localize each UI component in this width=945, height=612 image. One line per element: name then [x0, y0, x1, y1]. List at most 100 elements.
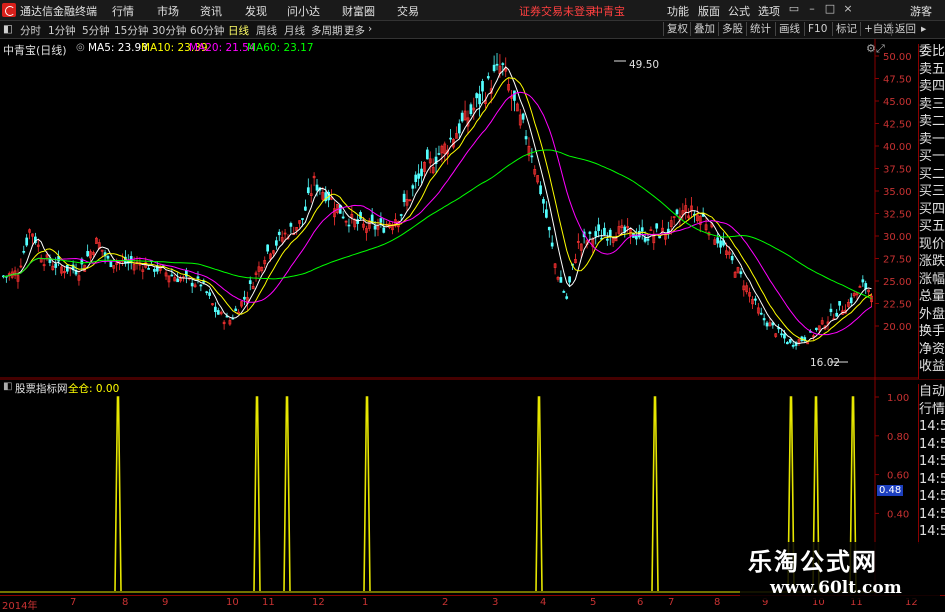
period-1min[interactable]: 1分钟: [48, 23, 76, 38]
candle-body: [530, 155, 534, 158]
quote-field-label: 总量: [919, 289, 945, 304]
candle-body: [382, 227, 386, 233]
quote-field-label: 委比: [919, 44, 945, 59]
candle-body: [815, 327, 818, 331]
ma20-label: MA20: 21.54: [189, 42, 256, 54]
menu-market-quotes[interactable]: 行情: [112, 3, 134, 19]
candle-body: [65, 264, 69, 272]
btn-back[interactable]: 返回: [891, 22, 919, 36]
period-weekly[interactable]: 周线: [256, 23, 277, 38]
quote-field-label: 买四: [919, 201, 945, 217]
candle-body: [275, 240, 278, 246]
menu-layout[interactable]: 版面: [698, 3, 720, 19]
btn-overlay[interactable]: 叠加: [690, 22, 718, 36]
app-logo-icon: [2, 3, 16, 17]
candle-body: [603, 227, 606, 236]
low-price-marker: 16.02: [810, 357, 841, 369]
maximize-icon[interactable]: □: [823, 2, 837, 16]
indicator-current-badge: 0.48: [877, 485, 904, 496]
price-tick-label: 20.00: [883, 322, 912, 333]
candle-body: [457, 123, 461, 134]
candle-body: [437, 153, 441, 155]
candle-body: [306, 187, 310, 194]
period-more[interactable]: 更多: [344, 23, 365, 38]
login-notice[interactable]: 证券交易未登录: [519, 3, 596, 19]
candle-body: [478, 93, 481, 105]
menu-options[interactable]: 选项: [758, 3, 780, 19]
close-icon[interactable]: ×: [841, 2, 855, 16]
indicator-settings-icon[interactable]: ◧: [3, 381, 12, 392]
candle-body: [495, 63, 499, 66]
date-tick-label: 2014年: [2, 601, 38, 612]
ma60-label: MA60: 23.17: [247, 42, 314, 54]
fullscreen-icon[interactable]: ⤢: [876, 42, 885, 56]
candle-body: [640, 227, 644, 232]
minimize-icon[interactable]: –: [805, 2, 819, 16]
indicator-value: 全仓: 0.00: [68, 383, 120, 395]
candle-body: [86, 251, 89, 257]
kline-chart[interactable]: 50.00 47.50 45.00 42.50 40.00 37.50 35.00 32.50…: [0, 39, 945, 379]
candle-body: [501, 63, 505, 65]
candle-body: [266, 244, 270, 252]
price-tick-label: 42.50: [883, 120, 912, 131]
btn-adjust[interactable]: 复权: [663, 22, 691, 36]
period-60min[interactable]: 60分钟: [190, 23, 224, 38]
period-multi[interactable]: 多周期: [311, 23, 343, 38]
btn-draw[interactable]: 画线: [775, 22, 803, 36]
candle-body: [248, 280, 252, 285]
period-monthly[interactable]: 月线: [284, 23, 305, 38]
collapse-icon[interactable]: ▸: [921, 23, 926, 35]
btn-multistock[interactable]: 多股: [718, 22, 746, 36]
period-30min[interactable]: 30分钟: [152, 23, 186, 38]
indicator-title: 股票指标网: [15, 383, 68, 395]
candle-body: [170, 274, 174, 277]
date-tick-label: 11: [262, 597, 275, 608]
stock-title: 中青宝(日线): [3, 44, 67, 57]
candle-body: [379, 218, 383, 223]
btn-mark[interactable]: 标记: [832, 22, 860, 36]
quote-field-label: 换手: [919, 324, 945, 339]
menu-market[interactable]: 市场: [157, 3, 179, 19]
candle-body: [588, 231, 592, 234]
period-5min[interactable]: 5分钟: [82, 23, 110, 38]
quote-field-label: 卖一: [919, 131, 945, 147]
candle-body: [562, 291, 566, 293]
more-chevron-icon[interactable]: ›: [368, 23, 372, 35]
candle-body: [739, 271, 743, 275]
broker-name: 中青宝: [592, 5, 625, 18]
candle-body: [765, 322, 769, 327]
candle-body: [214, 306, 217, 313]
menu-news[interactable]: 资讯: [200, 3, 222, 19]
btn-stats[interactable]: 统计: [746, 22, 774, 36]
menu-discover[interactable]: 发现: [245, 3, 267, 19]
candle-body: [25, 237, 29, 246]
menu-ask[interactable]: 问小达: [287, 3, 320, 19]
candle-body: [759, 312, 763, 315]
candle-body: [399, 214, 403, 216]
quote-field-label: 现价: [919, 236, 945, 252]
period-15min[interactable]: 15分钟: [114, 23, 148, 38]
quote-field-label: 涨幅: [919, 271, 945, 287]
restore-icon[interactable]: ▭: [787, 2, 801, 16]
app-title: 通达信金融终端: [20, 5, 97, 18]
menu-formula[interactable]: 公式: [728, 3, 750, 19]
candle-body: [417, 173, 420, 179]
candle-body: [521, 113, 525, 120]
menu-wealth[interactable]: 财富圈: [342, 3, 375, 19]
quote-field-label: 卖三: [919, 96, 945, 112]
guest-label[interactable]: 游客: [910, 3, 932, 19]
tick-time-label: 自动: [919, 384, 945, 399]
candle-body: [597, 224, 600, 231]
period-daily[interactable]: 日线: [228, 23, 249, 38]
quote-field-label: 涨跌: [919, 254, 945, 269]
btn-f10[interactable]: F10: [804, 22, 830, 36]
chart-settings-icon[interactable]: ⚙: [866, 42, 876, 55]
candle-body: [234, 308, 238, 312]
menu-trade[interactable]: 交易: [397, 3, 419, 19]
ma-settings-icon[interactable]: ◎: [76, 42, 85, 53]
tick-time-label: 14:5: [919, 454, 945, 469]
period-timeshare[interactable]: 分时: [20, 23, 41, 38]
toolbar-menu-icon[interactable]: ◧: [3, 23, 13, 35]
price-tick-label: 25.00: [883, 277, 912, 288]
menu-function[interactable]: 功能: [667, 3, 689, 19]
